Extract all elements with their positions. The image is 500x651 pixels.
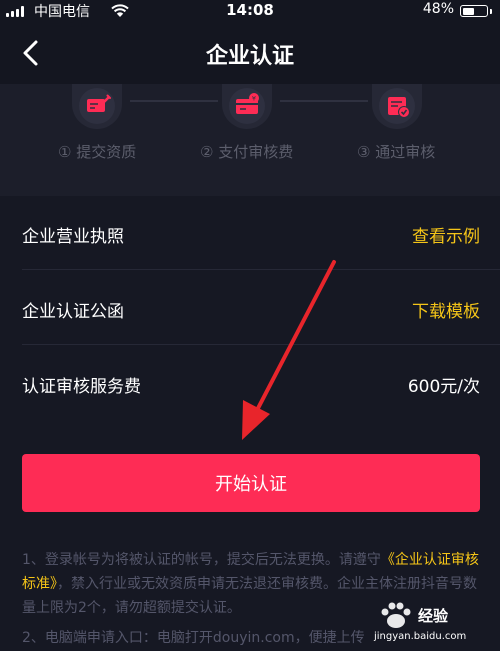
list-item-business-license: 企业营业执照 查看示例 <box>0 196 500 270</box>
status-bar: 中国电信 14:08 48% <box>0 0 500 22</box>
review-fee-value: 600元/次 <box>407 377 480 397</box>
review-fee-label: 认证审核服务费 <box>22 377 141 397</box>
page-title: 企业认证 <box>205 44 294 69</box>
start-certification-button[interactable]: 开始认证 <box>22 454 480 512</box>
step-connector <box>280 100 368 102</box>
divider <box>22 269 500 270</box>
divider <box>22 344 500 345</box>
note-1: 1、登录帐号为将被认证的帐号，提交后无法更换。请遵守《企业认证审核标准》，禁入行… <box>22 548 482 620</box>
step-progress: ¥ ① 提交资质 ② 支付审核费 ③ 通过审核 <box>0 84 500 196</box>
approved-badge-icon <box>388 97 410 118</box>
step-1-icon-wrap <box>72 84 122 129</box>
battery-percent: 48% <box>422 1 454 17</box>
document-edit-icon <box>87 94 111 112</box>
nav-bar: 企业认证 <box>0 22 500 84</box>
list-item-certification-letter: 企业认证公函 下载模板 <box>0 271 500 345</box>
step-1-label: ① 提交资质 <box>58 143 137 161</box>
view-example-link[interactable]: 查看示例 <box>412 222 480 247</box>
chevron-left-icon[interactable] <box>14 36 48 70</box>
business-license-label: 企业营业执照 <box>22 227 124 247</box>
download-template-link[interactable]: 下载模板 <box>412 297 480 322</box>
payment-card-icon: ¥ <box>236 93 259 114</box>
battery-fill <box>462 7 474 15</box>
step-3-label: ③ 通过审核 <box>357 143 436 161</box>
svg-text:¥: ¥ <box>252 95 256 103</box>
terms-notes: 1、登录帐号为将被认证的帐号，提交后无法更换。请遵守《企业认证审核标准》，禁入行… <box>22 548 482 651</box>
note-1-text-a: 1、登录帐号为将被认证的帐号，提交后无法更换。请遵守 <box>22 552 381 568</box>
battery-icon <box>460 5 492 17</box>
step-2-label: ② 支付审核费 <box>200 143 294 161</box>
certification-letter-label: 企业认证公函 <box>22 302 124 322</box>
list-item-review-fee: 认证审核服务费 600元/次 <box>0 346 500 420</box>
step-2-icon-wrap: ¥ <box>222 84 272 129</box>
note-2: 2、电脑端申请入口：电脑打开douyin.com，便捷上传 <box>22 630 365 646</box>
note-1-text-b: ，禁入行业或无效资质申请无法退还审核费。企业主体注册抖音号数量上限为2个，请勿超… <box>22 576 477 616</box>
step-connector <box>130 100 218 102</box>
step-3-icon-wrap <box>372 84 422 129</box>
